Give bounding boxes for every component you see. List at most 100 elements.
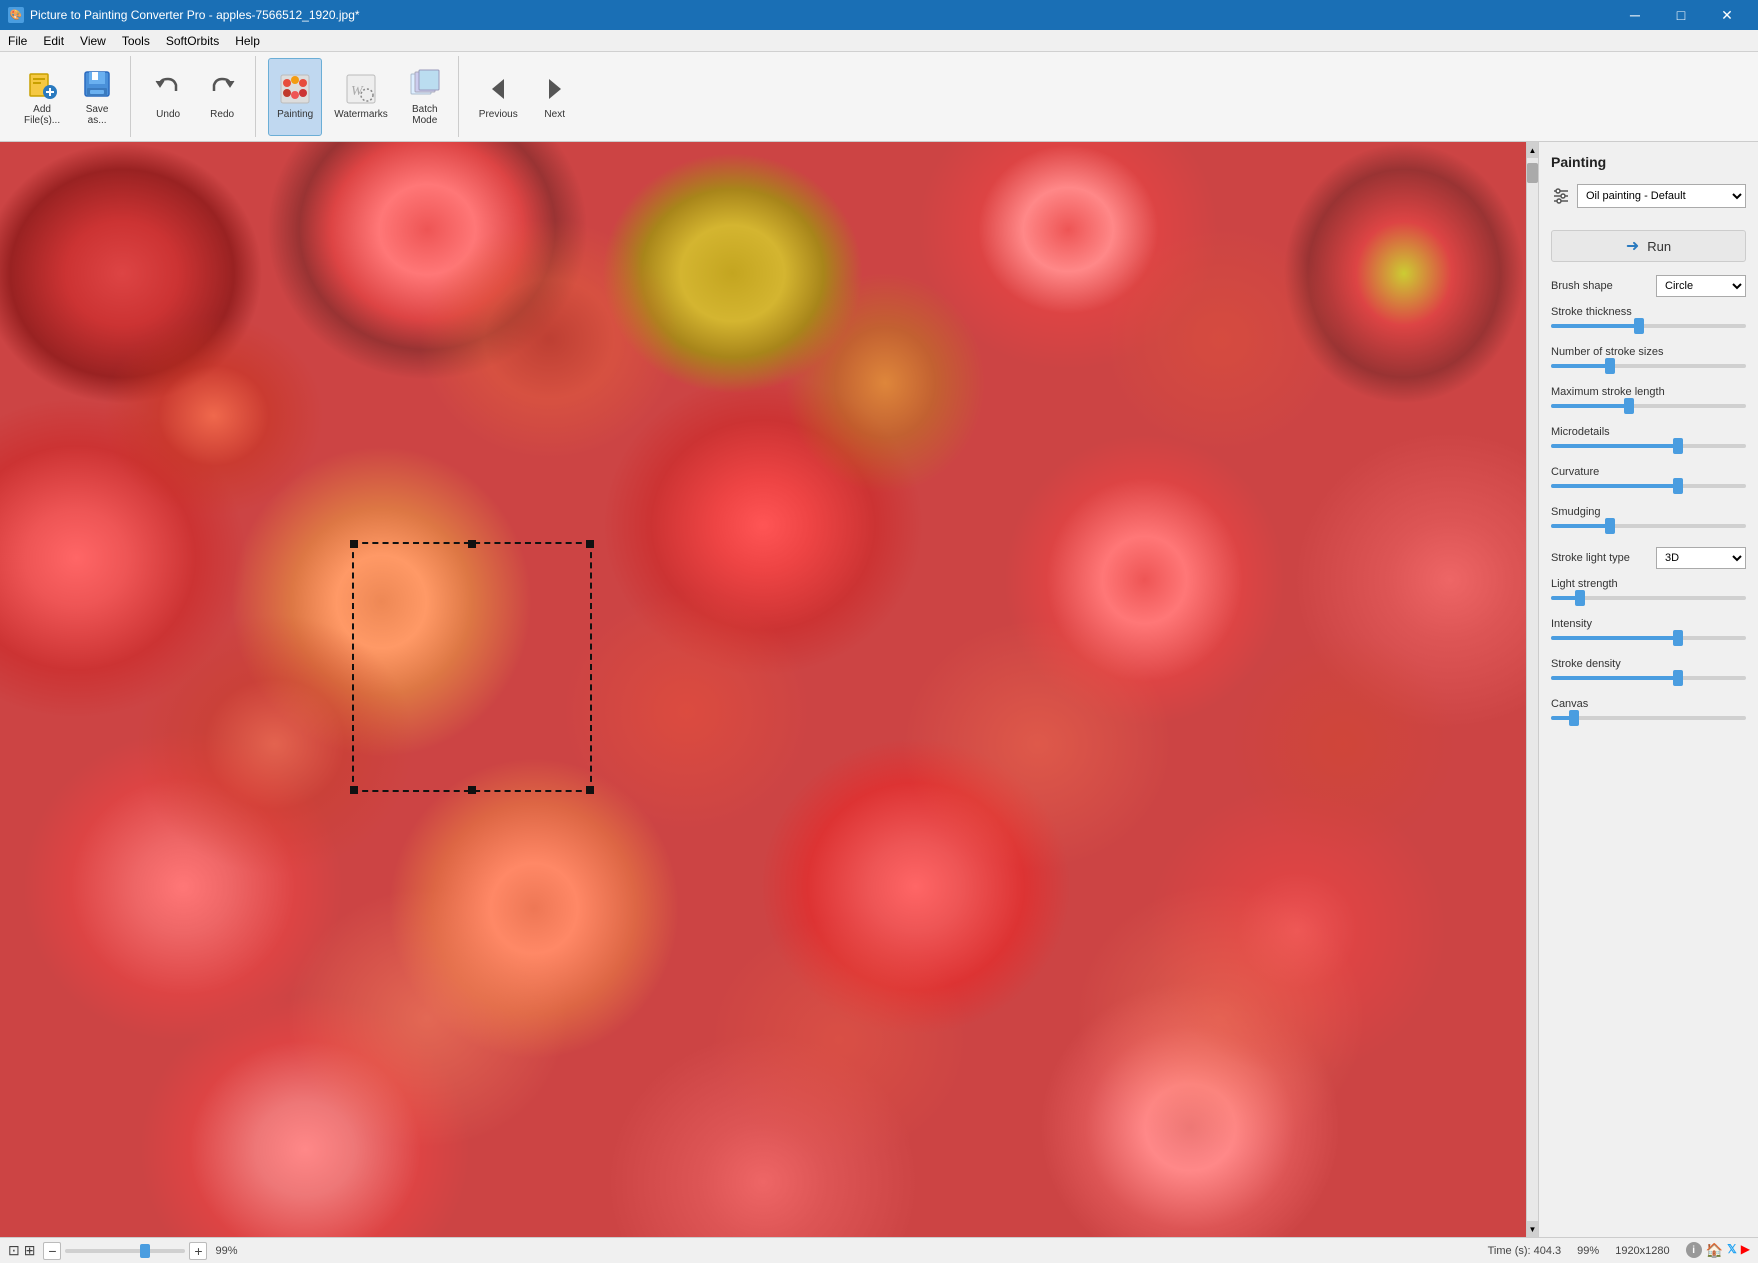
title-bar: 🎨 Picture to Painting Converter Pro - ap… <box>0 0 1758 30</box>
slider-track-intensity[interactable] <box>1551 636 1746 640</box>
actual-size-button[interactable]: ⊞ <box>24 1242 36 1259</box>
run-button[interactable]: ➜ Run <box>1551 230 1746 262</box>
slider-track-curvature[interactable] <box>1551 484 1746 488</box>
status-right: Time (s): 404.3 99% 1920x1280 i 🏠 𝕏 ▶ <box>1488 1242 1750 1259</box>
time-display: Time (s): 404.3 <box>1488 1245 1562 1257</box>
slider-track-light-strength[interactable] <box>1551 596 1746 600</box>
slider-section-curvature: Curvature <box>1539 462 1758 502</box>
youtube-icon[interactable]: ▶ <box>1741 1242 1750 1259</box>
zoom-percent: 99% <box>215 1245 237 1257</box>
menu-tools[interactable]: Tools <box>114 30 158 51</box>
slider-thumb-stroke-density[interactable] <box>1673 670 1683 686</box>
slider-track-num-stroke-sizes[interactable] <box>1551 364 1746 368</box>
menu-softorbits[interactable]: SoftOrbits <box>158 30 227 51</box>
stroke-light-type-label: Stroke light type <box>1551 552 1630 564</box>
app-icon: 🎨 <box>8 7 24 23</box>
batch-mode-button[interactable]: Batch Mode <box>400 58 450 136</box>
run-arrow-icon: ➜ <box>1626 236 1639 256</box>
next-button[interactable]: Next <box>530 58 580 136</box>
redo-button[interactable]: Redo <box>197 58 247 136</box>
close-button[interactable]: ✕ <box>1704 0 1750 30</box>
zoom-out-button[interactable]: − <box>43 1242 61 1260</box>
slider-label-light-strength: Light strength <box>1551 578 1746 590</box>
brush-shape-select[interactable]: Circle Square Diamond <box>1656 275 1746 297</box>
maximize-button[interactable]: □ <box>1658 0 1704 30</box>
add-files-label: Add File(s)... <box>24 104 60 126</box>
menu-view[interactable]: View <box>72 30 114 51</box>
toolbar: Add File(s)... Save as... Undo <box>0 52 1758 142</box>
slider-fill-max-stroke-length <box>1551 404 1629 408</box>
twitter-icon[interactable]: 𝕏 <box>1727 1242 1737 1259</box>
zoom-slider[interactable] <box>65 1249 185 1253</box>
slider-section-intensity: Intensity <box>1539 614 1758 654</box>
slider-thumb-intensity[interactable] <box>1673 630 1683 646</box>
watermarks-icon: W <box>345 73 377 105</box>
redo-icon <box>206 73 238 105</box>
save-as-button[interactable]: Save as... <box>72 58 122 136</box>
watermarks-label: Watermarks <box>334 109 388 120</box>
presets-row: Oil painting - Default Watercolor Sketch… <box>1551 184 1746 208</box>
info-icon[interactable]: i <box>1686 1242 1702 1258</box>
canvas-and-scroll: ▲ ▼ <box>0 142 1538 1237</box>
zoom-in-button[interactable]: + <box>189 1242 207 1260</box>
slider-section-light-strength: Light strength <box>1539 574 1758 614</box>
slider-thumb-num-stroke-sizes[interactable] <box>1605 358 1615 374</box>
scroll-track-vertical[interactable] <box>1527 158 1538 1221</box>
watermarks-button[interactable]: W Watermarks <box>326 58 396 136</box>
vertical-scrollbar[interactable]: ▲ ▼ <box>1526 142 1538 1237</box>
brush-shape-row: Brush shape Circle Square Diamond <box>1539 270 1758 302</box>
slider-fill-intensity <box>1551 636 1678 640</box>
menu-bar: File Edit View Tools SoftOrbits Help <box>0 30 1758 52</box>
scroll-down-button[interactable]: ▼ <box>1527 1221 1538 1237</box>
slider-track-canvas[interactable] <box>1551 716 1746 720</box>
status-left: ⊡ ⊞ − + 99% <box>8 1242 238 1260</box>
slider-label-smudging: Smudging <box>1551 506 1746 518</box>
slider-label-curvature: Curvature <box>1551 466 1746 478</box>
add-files-button[interactable]: Add File(s)... <box>16 58 68 136</box>
slider-track-max-stroke-length[interactable] <box>1551 404 1746 408</box>
scroll-up-button[interactable]: ▲ <box>1527 142 1538 158</box>
slider-thumb-max-stroke-length[interactable] <box>1624 398 1634 414</box>
slider-track-stroke-density[interactable] <box>1551 676 1746 680</box>
slider-thumb-light-strength[interactable] <box>1575 590 1585 606</box>
canvas-area[interactable] <box>0 142 1526 1237</box>
menu-file[interactable]: File <box>0 30 35 51</box>
fit-view-button[interactable]: ⊡ <box>8 1242 20 1259</box>
brush-shape-label: Brush shape <box>1551 280 1613 292</box>
presets-select[interactable]: Oil painting - Default Watercolor Sketch… <box>1577 184 1746 208</box>
slider-thumb-microdetails[interactable] <box>1673 438 1683 454</box>
slider-thumb-curvature[interactable] <box>1673 478 1683 494</box>
undo-button[interactable]: Undo <box>143 58 193 136</box>
home-icon[interactable]: 🏠 <box>1706 1242 1723 1259</box>
slider-thumb-stroke-thickness[interactable] <box>1634 318 1644 334</box>
slider-fill-microdetails <box>1551 444 1678 448</box>
save-as-label: Save as... <box>86 104 109 126</box>
painting-icon <box>279 73 311 105</box>
slider-track-stroke-thickness[interactable] <box>1551 324 1746 328</box>
painting-overlay <box>0 142 1526 1237</box>
presets-icon[interactable] <box>1551 186 1571 206</box>
slider-thumb-smudging[interactable] <box>1605 518 1615 534</box>
slider-section-stroke-density: Stroke density <box>1539 654 1758 694</box>
slider-section-max-stroke-length: Maximum stroke length <box>1539 382 1758 422</box>
slider-fill-num-stroke-sizes <box>1551 364 1610 368</box>
batch-mode-icon <box>409 68 441 100</box>
main-content: ▲ ▼ Painting <box>0 142 1758 1237</box>
painting-button[interactable]: Painting <box>268 58 322 136</box>
previous-button[interactable]: Previous <box>471 58 526 136</box>
slider-track-microdetails[interactable] <box>1551 444 1746 448</box>
right-panel: Painting Oil painting - Default Wat <box>1538 142 1758 1237</box>
minimize-button[interactable]: ─ <box>1612 0 1658 30</box>
slider-track-smudging[interactable] <box>1551 524 1746 528</box>
slider-thumb-canvas[interactable] <box>1569 710 1579 726</box>
stroke-light-type-select[interactable]: 3D 2D None <box>1656 547 1746 569</box>
menu-edit[interactable]: Edit <box>35 30 72 51</box>
slider-label-max-stroke-length: Maximum stroke length <box>1551 386 1746 398</box>
zoom-thumb[interactable] <box>140 1244 150 1258</box>
batch-mode-label: Batch Mode <box>412 104 438 126</box>
zoom-right: 99% <box>1577 1245 1599 1257</box>
scroll-thumb-vertical[interactable] <box>1527 163 1538 183</box>
menu-help[interactable]: Help <box>227 30 268 51</box>
window-controls: ─ □ ✕ <box>1612 0 1750 30</box>
slider-fill-curvature <box>1551 484 1678 488</box>
